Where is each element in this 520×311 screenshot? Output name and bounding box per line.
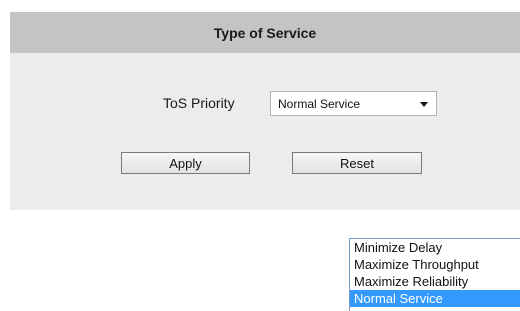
reset-button[interactable]: Reset [292, 152, 422, 174]
panel-title: Type of Service [10, 12, 520, 53]
option-maximize-reliability[interactable]: Maximize Reliability [350, 273, 520, 290]
tos-priority-dropdown-list: Minimize Delay Maximize Throughput Maxim… [349, 238, 520, 311]
apply-button[interactable]: Apply [121, 152, 250, 174]
option-minimize-delay[interactable]: Minimize Delay [350, 239, 520, 256]
tos-priority-selected-value: Normal Service [278, 97, 361, 111]
tos-priority-select[interactable]: Normal Service [270, 91, 437, 116]
tos-priority-label: ToS Priority [163, 95, 235, 111]
chevron-down-icon [420, 102, 428, 107]
type-of-service-panel: Type of Service ToS Priority Normal Serv… [10, 12, 520, 210]
option-maximize-throughput[interactable]: Maximize Throughput [350, 256, 520, 273]
option-normal-service[interactable]: Normal Service [350, 290, 520, 307]
